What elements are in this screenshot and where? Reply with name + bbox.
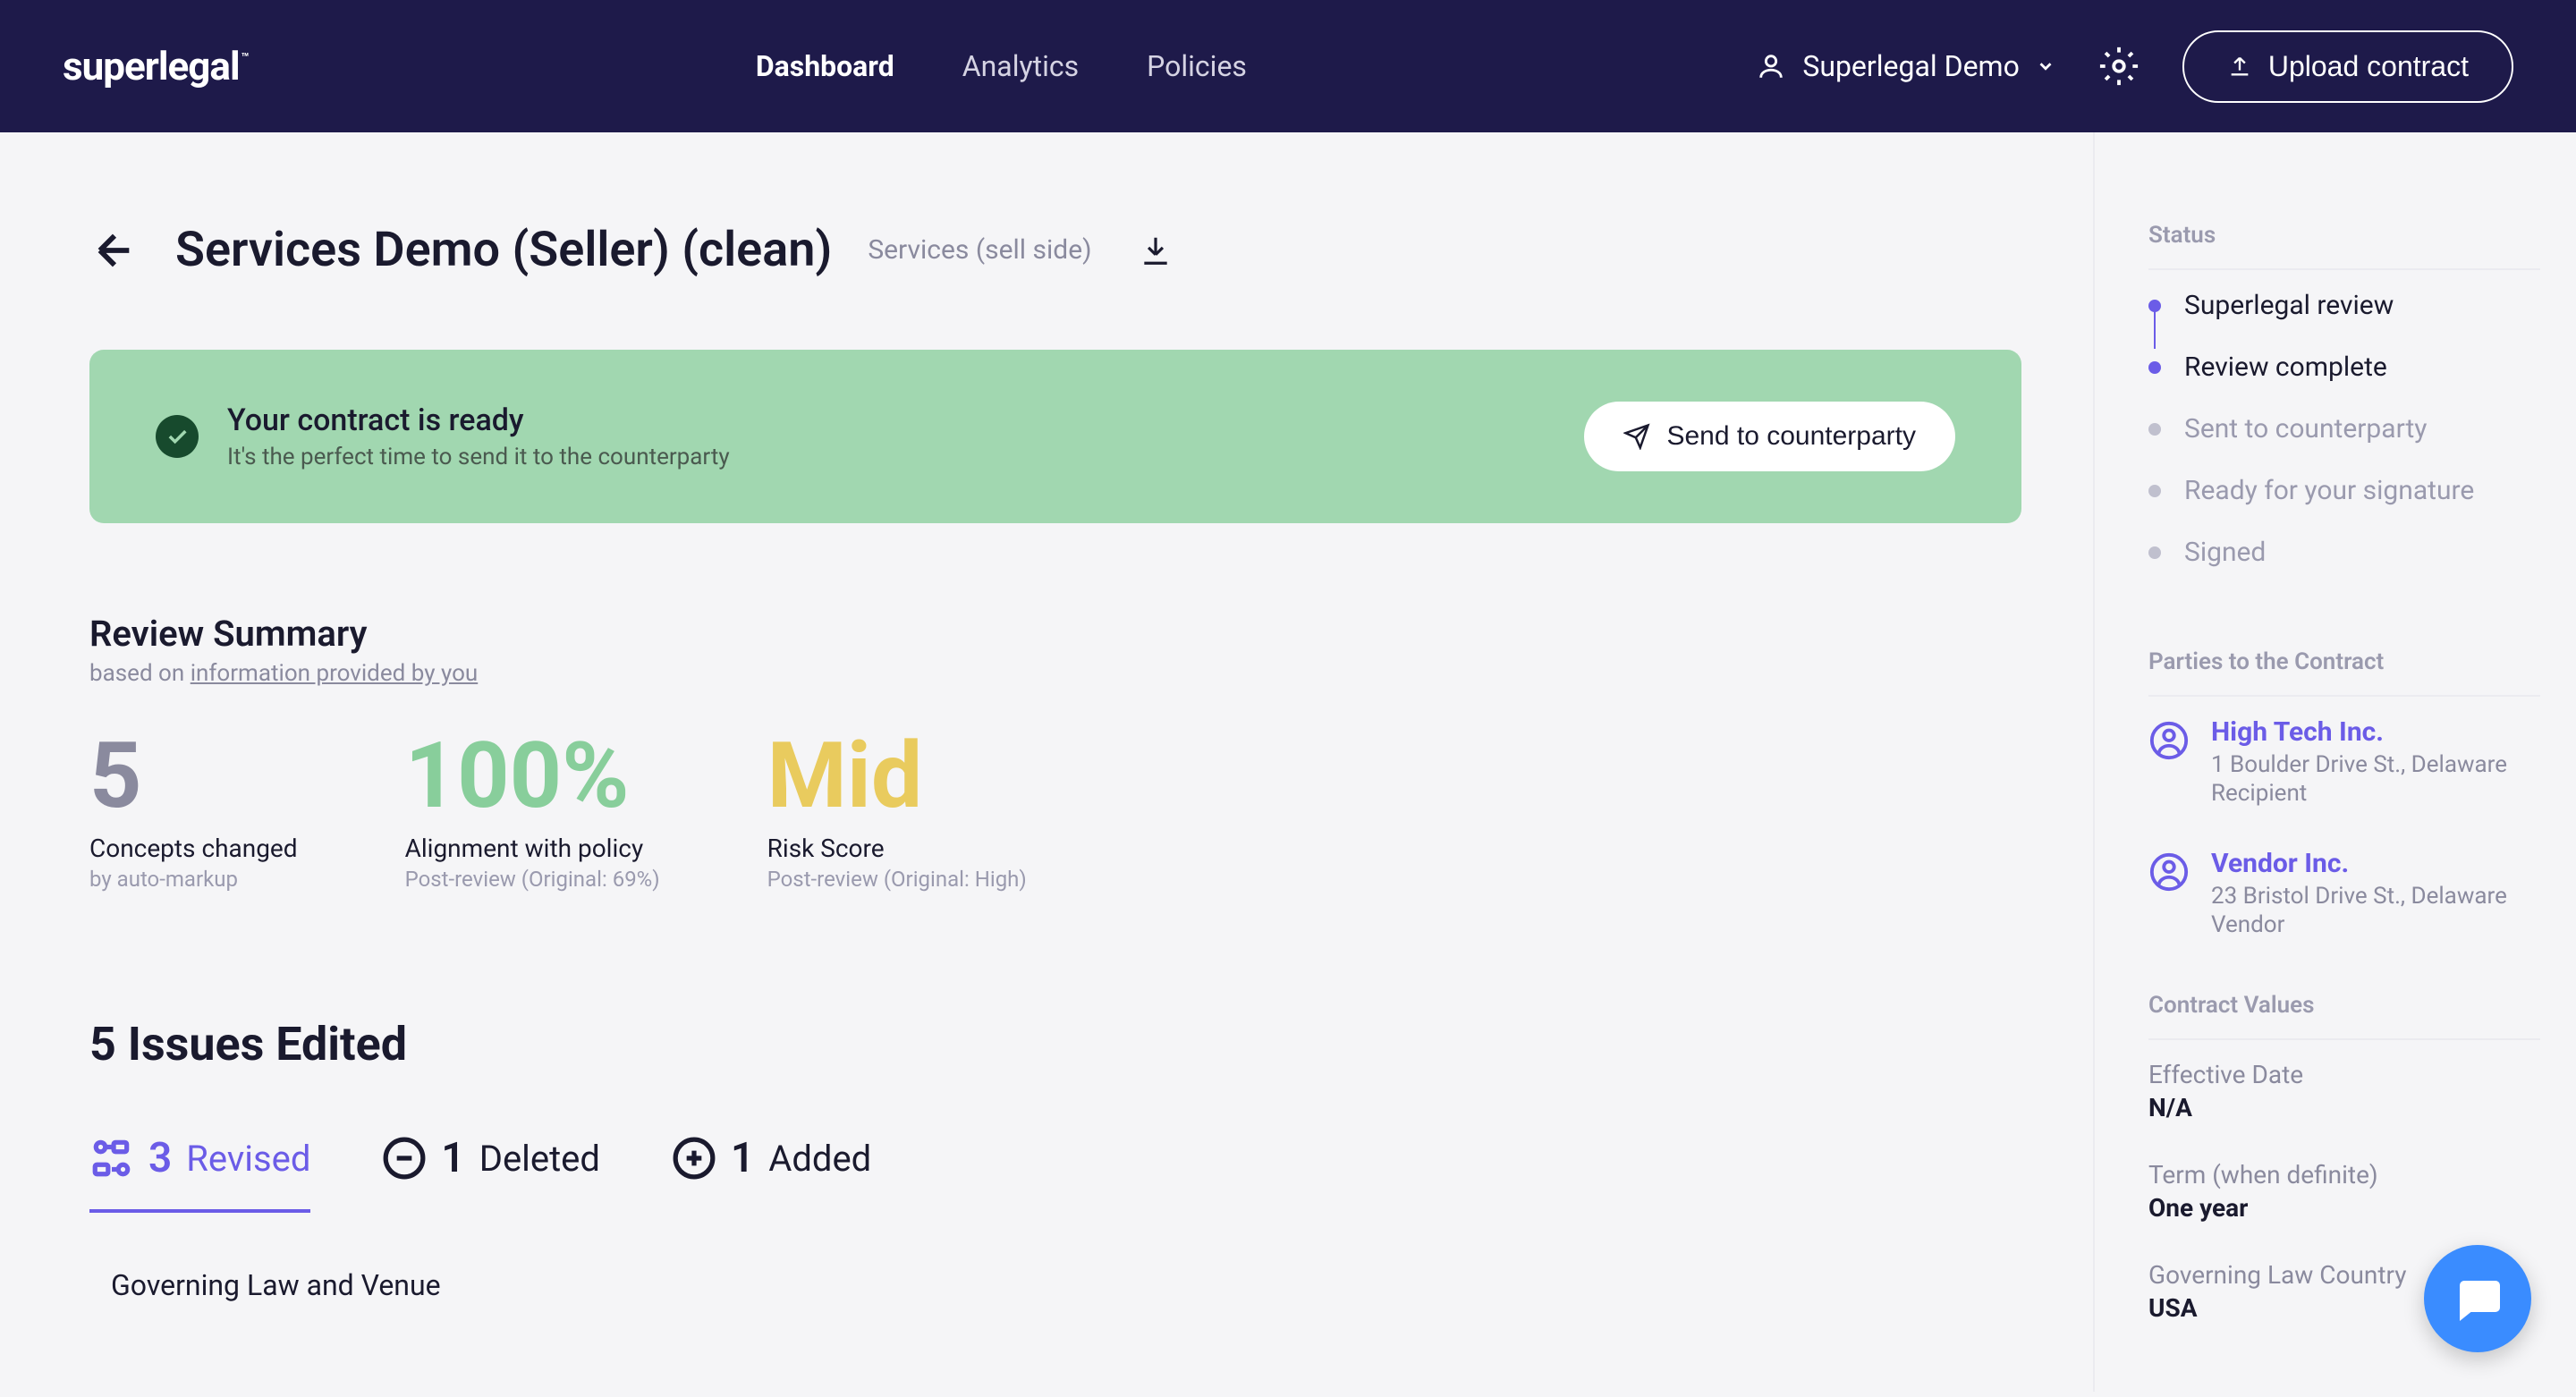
- back-arrow-icon[interactable]: [89, 225, 140, 275]
- page-title: Services Demo (Seller) (clean): [175, 222, 832, 278]
- issue-item[interactable]: Governing Law and Venue: [111, 1268, 2021, 1302]
- main-content: Services Demo (Seller) (clean) Services …: [0, 132, 2093, 1392]
- header-right: Superlegal Demo Upload contract: [1756, 30, 2513, 103]
- chat-icon: [2451, 1272, 2504, 1325]
- party-vendor: Vendor Inc. 23 Bristol Drive St., Delawa…: [2148, 848, 2540, 938]
- status-ready-signature: Ready for your signature: [2148, 475, 2540, 506]
- revised-icon: [89, 1136, 134, 1181]
- review-summary: Review Summary based on information prov…: [89, 613, 2021, 892]
- chevron-down-icon: [2036, 56, 2055, 76]
- main-nav: Dashboard Analytics Policies: [756, 49, 1247, 83]
- status-sent-counterparty: Sent to counterparty: [2148, 413, 2540, 444]
- banner-title: Your contract is ready: [227, 402, 730, 438]
- page-header: Services Demo (Seller) (clean) Services …: [89, 222, 2021, 278]
- parties-heading: Parties to the Contract: [2148, 648, 2540, 697]
- nav-analytics[interactable]: Analytics: [962, 49, 1079, 83]
- banner-subtitle: It's the perfect time to send it to the …: [227, 444, 730, 470]
- user-icon: [1756, 51, 1786, 81]
- check-icon: [156, 415, 199, 458]
- send-icon: [1623, 423, 1650, 450]
- nav-dashboard[interactable]: Dashboard: [756, 49, 894, 83]
- party-icon: [2148, 851, 2190, 893]
- upload-icon: [2227, 54, 2252, 79]
- deleted-icon: [382, 1136, 427, 1181]
- tab-revised[interactable]: 3 Revised: [89, 1134, 310, 1213]
- app-header: superlegal™ Dashboard Analytics Policies…: [0, 0, 2576, 132]
- cv-term: Term (when definite) One year: [2148, 1160, 2540, 1223]
- status-review-complete: Review complete: [2148, 351, 2540, 383]
- ready-banner: Your contract is ready It's the perfect …: [89, 350, 2021, 523]
- tab-deleted[interactable]: 1 Deleted: [382, 1134, 600, 1213]
- status-list: Superlegal review Review complete Sent t…: [2148, 290, 2540, 568]
- tab-added[interactable]: 1 Added: [672, 1134, 871, 1213]
- status-signed: Signed: [2148, 537, 2540, 568]
- party-recipient: High Tech Inc. 1 Boulder Drive St., Dela…: [2148, 716, 2540, 807]
- details-sidebar: Status Superlegal review Review complete…: [2093, 132, 2576, 1392]
- chat-widget-button[interactable]: [2424, 1245, 2531, 1352]
- user-menu[interactable]: Superlegal Demo: [1756, 49, 2055, 83]
- added-icon: [672, 1136, 716, 1181]
- download-icon[interactable]: [1139, 233, 1173, 267]
- review-summary-sub: based on information provided by you: [89, 660, 2021, 687]
- metric-alignment: 100% Alignment with policy Post-review (…: [405, 730, 660, 892]
- send-to-counterparty-button[interactable]: Send to counterparty: [1584, 402, 1955, 471]
- brand-logo[interactable]: superlegal™: [63, 43, 246, 89]
- issues-edited-heading: 5 Issues Edited: [89, 1017, 2021, 1071]
- review-summary-heading: Review Summary: [89, 613, 2021, 655]
- page-subtitle: Services (sell side): [868, 234, 1091, 266]
- party-icon: [2148, 720, 2190, 761]
- info-provided-link[interactable]: information provided by you: [191, 660, 479, 687]
- user-name: Superlegal Demo: [1802, 49, 2020, 83]
- status-superlegal-review: Superlegal review: [2148, 290, 2540, 321]
- contract-values-heading: Contract Values: [2148, 992, 2540, 1040]
- cv-effective-date: Effective Date N/A: [2148, 1060, 2540, 1122]
- status-heading: Status: [2148, 222, 2540, 270]
- issues-tabs: 3 Revised 1 Deleted 1 Added: [89, 1134, 2021, 1215]
- metric-concepts-changed: 5 Concepts changed by auto-markup: [89, 730, 298, 892]
- metric-risk: Mid Risk Score Post-review (Original: Hi…: [767, 730, 1027, 892]
- upload-contract-button[interactable]: Upload contract: [2182, 30, 2513, 103]
- nav-policies[interactable]: Policies: [1147, 49, 1247, 83]
- settings-icon[interactable]: [2098, 46, 2140, 87]
